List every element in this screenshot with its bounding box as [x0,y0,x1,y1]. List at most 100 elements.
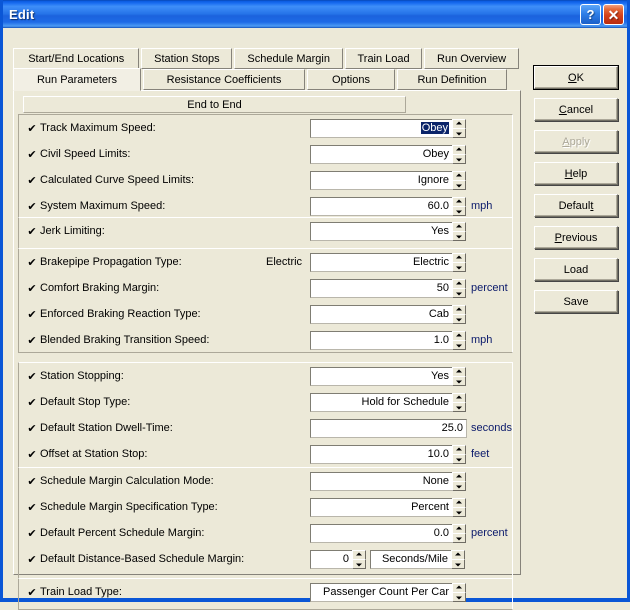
tab-schedule-margin[interactable]: Schedule Margin [234,48,344,69]
input-blended-braking-transition-speed[interactable]: 1.0 [310,330,453,350]
check-icon[interactable]: ✔ [24,528,40,539]
spinner-offset-at-station-stop[interactable] [452,444,466,464]
load-button[interactable]: Load [534,258,618,281]
input-default-distance-based-schedule-margin-amount[interactable]: 0 [310,549,353,569]
check-icon[interactable]: ✔ [24,554,40,565]
tab-resistance-coefficients[interactable]: Resistance Coefficients [143,69,305,90]
spinner-track-maximum-speed[interactable] [452,118,466,138]
cancel-button[interactable]: Cancel [534,98,618,121]
input-default-percent-schedule-margin[interactable]: 0.0 [310,523,453,543]
tab-run-definition[interactable]: Run Definition [397,69,507,90]
spinner-down-icon[interactable] [452,532,466,543]
parameter-group: ✔ Brakepipe Propagation Type: Electric Elec… [18,248,513,353]
input-brakepipe-propagation-type[interactable]: Electric [310,252,453,272]
spinner-down-icon[interactable] [452,453,466,464]
check-icon[interactable]: ✔ [24,123,40,134]
input-enforced-braking-reaction-type[interactable]: Cab [310,304,453,324]
spinner-train-load-type[interactable] [452,582,466,602]
check-icon[interactable]: ✔ [24,587,40,598]
spinner-default-distance-based-schedule-margin-unit[interactable] [451,549,465,569]
tab-run-overview[interactable]: Run Overview [424,48,519,69]
spinner-down-icon[interactable] [452,339,466,350]
spinner-schedule-margin-calculation-mode[interactable] [452,471,466,491]
tab-station-stops[interactable]: Station Stops [141,48,233,69]
tab-train-load[interactable]: Train Load [345,48,423,69]
input-schedule-margin-specification-type[interactable]: Percent [310,497,453,517]
check-icon[interactable]: ✔ [24,283,40,294]
tab-run-parameters[interactable]: Run Parameters [13,68,141,91]
input-system-maximum-speed[interactable]: 60.0 [310,196,453,216]
input-station-stopping[interactable]: Yes [310,366,453,386]
input-track-maximum-speed[interactable]: Obey [310,118,453,138]
param-row-blended-braking-transition-speed: ✔ Blended Braking Transition Speed: 1.0 mph [19,327,512,353]
spinner-default-stop-type[interactable] [452,392,466,412]
spinner-jerk-limiting[interactable] [452,221,466,241]
check-icon[interactable]: ✔ [24,201,40,212]
input-jerk-limiting[interactable]: Yes [310,221,453,241]
input-default-stop-type[interactable]: Hold for Schedule [310,392,453,412]
spinner-system-maximum-speed[interactable] [452,196,466,216]
help-button[interactable]: Help [534,162,618,185]
check-icon[interactable]: ✔ [24,226,40,237]
spinner-down-icon[interactable] [452,153,466,164]
spinner-brakepipe-propagation-type[interactable] [452,252,466,272]
spinner-down-icon[interactable] [452,127,466,138]
spinner-down-icon[interactable] [452,179,466,190]
spinner-calculated-curve-speed-limits[interactable] [452,170,466,190]
check-icon[interactable]: ✔ [24,449,40,460]
check-icon[interactable]: ✔ [24,149,40,160]
param-label: Schedule Margin Calculation Mode: [40,475,214,487]
spinner-down-icon[interactable] [451,558,465,569]
tab-label: Resistance Coefficients [166,73,282,86]
save-button[interactable]: Save [534,290,618,313]
spinner-down-icon[interactable] [452,401,466,412]
check-icon[interactable]: ✔ [24,397,40,408]
spinner-blended-braking-transition-speed[interactable] [452,330,466,350]
spinner-down-icon[interactable] [452,591,466,602]
spinner-civil-speed-limits[interactable] [452,144,466,164]
check-icon[interactable]: ✔ [24,423,40,434]
input-comfort-braking-margin[interactable]: 50 [310,278,453,298]
input-train-load-type[interactable]: Passenger Count Per Car [310,582,453,602]
param-field-group: 60.0 [310,196,466,216]
input-default-station-dwell-time[interactable]: 25.0 [310,418,467,438]
button-label-post: K [576,71,584,84]
default-button[interactable]: Default [534,194,618,217]
check-icon[interactable]: ✔ [24,502,40,513]
previous-button[interactable]: Previous [534,226,618,249]
check-icon[interactable]: ✔ [24,257,40,268]
param-row-default-station-dwell-time: ✔ Default Station Dwell-Time: 25.0 seconds [19,415,512,441]
tab-start-end-locations[interactable]: Start/End Locations [13,48,140,69]
check-icon[interactable]: ✔ [24,335,40,346]
input-offset-at-station-stop[interactable]: 10.0 [310,444,453,464]
close-icon[interactable]: ✕ [603,4,624,25]
spinner-enforced-braking-reaction-type[interactable] [452,304,466,324]
check-icon[interactable]: ✔ [24,175,40,186]
spinner-down-icon[interactable] [452,287,466,298]
spinner-down-icon[interactable] [452,506,466,517]
help-icon[interactable]: ? [580,4,601,25]
spinner-down-icon[interactable] [452,480,466,491]
title-bar[interactable]: Edit ? ✕ [3,0,627,28]
spinner-down-icon[interactable] [452,375,466,386]
spinner-station-stopping[interactable] [452,366,466,386]
input-default-distance-based-schedule-margin-unit[interactable]: Seconds/Mile [370,549,452,569]
check-icon[interactable]: ✔ [24,309,40,320]
spinner-down-icon[interactable] [452,313,466,324]
param-field-group: Electric [310,252,466,272]
spinner-down-icon[interactable] [452,205,466,216]
tab-options[interactable]: Options [307,69,395,90]
ok-button[interactable]: OK [533,65,619,90]
spinner-comfort-braking-margin[interactable] [452,278,466,298]
spinner-schedule-margin-specification-type[interactable] [452,497,466,517]
check-icon[interactable]: ✔ [24,476,40,487]
spinner-down-icon[interactable] [452,230,466,241]
spinner-down-icon[interactable] [452,261,466,272]
input-calculated-curve-speed-limits[interactable]: Ignore [310,170,453,190]
spinner-down-icon[interactable] [352,558,366,569]
input-civil-speed-limits[interactable]: Obey [310,144,453,164]
spinner-default-distance-based-schedule-margin-amount[interactable] [352,549,366,569]
check-icon[interactable]: ✔ [24,371,40,382]
input-schedule-margin-calculation-mode[interactable]: None [310,471,453,491]
spinner-default-percent-schedule-margin[interactable] [452,523,466,543]
